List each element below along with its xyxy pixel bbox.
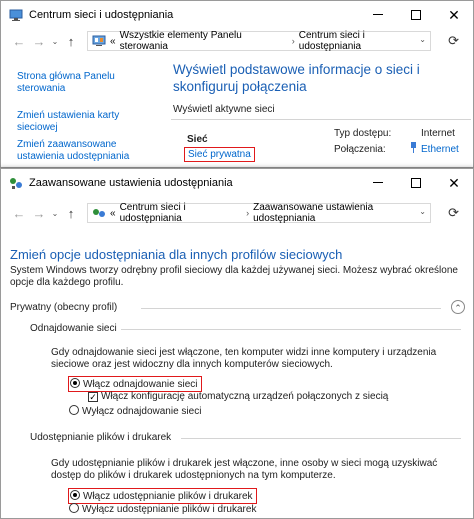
profile-label: Prywatny (obecny profil)	[10, 302, 118, 313]
minimize-icon	[373, 14, 383, 15]
forward-button[interactable]: →	[29, 206, 49, 221]
close-icon: ✕	[448, 6, 460, 23]
sharing-off-option[interactable]: Wyłącz udostępnianie plików i drukarek	[69, 503, 256, 515]
maximize-button[interactable]	[397, 1, 435, 28]
minimize-button[interactable]	[359, 1, 397, 28]
breadcrumb-advanced-sharing[interactable]: Zaawansowane ustawienia udostępniania	[253, 202, 426, 224]
breadcrumb-separator-icon[interactable]: ›	[292, 36, 295, 46]
page-heading: Wyświetl podstawowe informacje o sieci i…	[173, 62, 420, 94]
maximize-icon	[411, 177, 421, 188]
network-center-window: Centrum sieci i udostępniania ✕ ← → ⌄ ↑ …	[0, 0, 474, 168]
active-networks-label: Wyświetl aktywne sieci	[173, 104, 275, 115]
window-title: Zaawansowane ustawienia udostępniania	[29, 176, 233, 189]
address-bar[interactable]: « Centrum sieci i udostępniania › Zaawan…	[87, 202, 431, 224]
control-panel-icon	[92, 207, 106, 219]
navigation-bar: ← → ⌄ ↑ « Wszystkie elementy Panelu ster…	[1, 28, 473, 54]
profile-divider	[141, 308, 441, 309]
window-title: Centrum sieci i udostępniania	[29, 8, 174, 21]
sharing-title: Udostępnianie plików i drukarek	[30, 432, 172, 443]
address-prefix[interactable]: «	[110, 208, 116, 219]
close-icon: ✕	[448, 174, 460, 191]
advanced-sharing-window: Zaawansowane ustawienia udostępniania ✕ …	[0, 168, 474, 519]
discovery-divider	[121, 329, 461, 330]
sidebar-item-home[interactable]: Strona główna Panelu sterowania	[17, 71, 137, 95]
address-bar[interactable]: « Wszystkie elementy Panelu sterowania ›…	[87, 30, 431, 52]
network-center-icon	[9, 8, 23, 22]
sharing-divider	[181, 438, 461, 439]
checkbox-checked-icon[interactable]: ✓	[88, 392, 98, 402]
maximize-button[interactable]	[397, 169, 435, 196]
up-button[interactable]: ↑	[61, 206, 81, 221]
access-type-value: Internet	[421, 128, 455, 139]
back-button[interactable]: ←	[9, 206, 29, 221]
address-dropdown-icon[interactable]: ⌄	[419, 35, 426, 44]
sharing-on-option[interactable]: Włącz udostępnianie plików i drukarek	[68, 488, 257, 504]
address-prefix[interactable]: «	[110, 36, 116, 47]
discovery-off-option[interactable]: Wyłącz odnajdowanie sieci	[69, 405, 201, 417]
sidebar-item-adapter-settings[interactable]: Zmień ustawienia karty sieciowej	[17, 110, 137, 134]
back-button[interactable]: ←	[9, 34, 29, 49]
title-bar[interactable]: Centrum sieci i udostępniania ✕	[1, 1, 473, 28]
refresh-icon[interactable]: ⟳	[448, 205, 459, 221]
breadcrumb-separator-icon[interactable]: ›	[246, 208, 249, 218]
ethernet-link[interactable]: Ethernet	[421, 144, 459, 155]
page-heading: Zmień opcje udostępniania dla innych pro…	[10, 247, 343, 262]
sharing-description: Gdy udostępnianie plików i drukarek jest…	[51, 458, 438, 481]
radio-selected-icon[interactable]	[70, 490, 80, 500]
radio-unselected-icon[interactable]	[69, 405, 79, 415]
breadcrumb-network-center[interactable]: Centrum sieci i udostępniania	[299, 30, 426, 52]
section-divider	[171, 119, 471, 120]
collapse-icon[interactable]: ⌃	[451, 300, 465, 314]
sharing-on-label: Włącz udostępnianie plików i drukarek	[83, 491, 253, 502]
navigation-bar: ← → ⌄ ↑ « Centrum sieci i udostępniania …	[1, 200, 473, 226]
refresh-icon[interactable]: ⟳	[448, 33, 459, 49]
network-type-link[interactable]: Sieć prywatna	[184, 147, 255, 162]
discovery-description: Gdy odnajdowanie sieci jest włączone, te…	[51, 347, 437, 370]
address-dropdown-icon[interactable]: ⌄	[419, 207, 426, 216]
breadcrumb-network-center[interactable]: Centrum sieci i udostępniania	[120, 202, 243, 224]
ethernet-icon	[409, 142, 418, 157]
close-button[interactable]: ✕	[435, 169, 473, 196]
intro-text: System Windows tworzy odrębny profil sie…	[10, 265, 458, 288]
minimize-icon	[373, 182, 383, 183]
title-bar[interactable]: Zaawansowane ustawienia udostępniania ✕	[1, 169, 473, 196]
maximize-icon	[411, 9, 421, 20]
access-type-label: Typ dostępu:	[334, 128, 392, 139]
discovery-auto-config-label: Włącz konfigurację automatyczną urządzeń…	[101, 391, 389, 402]
discovery-on-option[interactable]: Włącz odnajdowanie sieci	[68, 376, 202, 392]
connections-label: Połączenia:	[334, 144, 386, 155]
discovery-off-label: Wyłącz odnajdowanie sieci	[82, 406, 202, 417]
forward-button[interactable]: →	[29, 34, 49, 49]
discovery-auto-config-option[interactable]: ✓ Włącz konfigurację automatyczną urządze…	[88, 391, 388, 402]
radio-selected-icon[interactable]	[70, 378, 80, 388]
sharing-settings-icon	[9, 176, 23, 190]
sidebar-item-advanced-sharing[interactable]: Zmień zaawansowane ustawienia udostępnia…	[17, 139, 137, 163]
close-button[interactable]: ✕	[435, 1, 473, 28]
sharing-off-label: Wyłącz udostępnianie plików i drukarek	[82, 504, 257, 515]
minimize-button[interactable]	[359, 169, 397, 196]
network-name: Sieć	[187, 134, 208, 145]
radio-unselected-icon[interactable]	[69, 503, 79, 513]
recent-locations-dropdown[interactable]: ⌄	[49, 209, 61, 218]
recent-locations-dropdown[interactable]: ⌄	[49, 37, 61, 46]
breadcrumb-control-panel[interactable]: Wszystkie elementy Panelu sterowania	[120, 30, 288, 52]
control-panel-icon	[92, 35, 106, 47]
discovery-on-label: Włącz odnajdowanie sieci	[83, 379, 198, 390]
up-button[interactable]: ↑	[61, 34, 81, 49]
discovery-title: Odnajdowanie sieci	[30, 323, 117, 334]
